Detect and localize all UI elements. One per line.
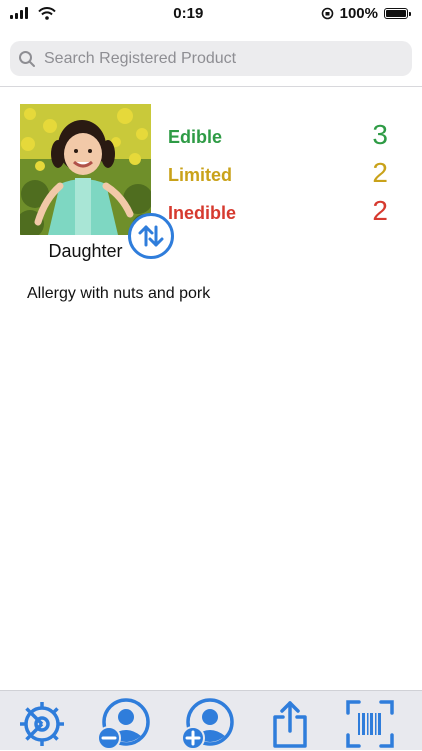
stat-count: 3 xyxy=(372,119,388,150)
share-button[interactable] xyxy=(262,697,318,751)
stat-count: 2 xyxy=(372,157,388,188)
orientation-lock-icon xyxy=(321,7,333,19)
stat-row-edible: Edible 3 xyxy=(168,118,388,150)
settings-gear-icon xyxy=(20,702,64,746)
scan-barcode-button[interactable] xyxy=(342,697,398,751)
battery-icon xyxy=(384,7,411,19)
stat-label: Edible xyxy=(168,127,223,147)
battery-percent: 100% xyxy=(339,4,378,22)
search-bar[interactable] xyxy=(10,41,412,76)
stat-label: Limited xyxy=(168,165,233,185)
remove-person-icon xyxy=(97,698,150,750)
add-person-icon xyxy=(181,698,234,750)
cellular-signal-icon xyxy=(10,7,28,19)
add-member-button[interactable] xyxy=(180,697,236,751)
profile-photo-image xyxy=(20,104,151,235)
header-divider xyxy=(0,86,422,87)
share-icon xyxy=(273,701,307,748)
bottom-toolbar xyxy=(0,690,422,750)
search-input[interactable] xyxy=(42,48,412,69)
stat-row-inedible: Inedible 2 xyxy=(168,194,388,226)
search-icon xyxy=(19,50,35,67)
status-time: 0:19 xyxy=(173,4,204,22)
allergy-note: Allergy with nuts and pork xyxy=(27,285,211,302)
profile-photo[interactable] xyxy=(20,104,151,235)
status-bar: 0:19 100% xyxy=(0,0,422,26)
stat-count: 2 xyxy=(372,195,388,226)
wifi-icon xyxy=(38,6,56,20)
barcode-scan-icon xyxy=(346,700,394,748)
member-name: Daughter xyxy=(48,241,123,261)
remove-member-button[interactable] xyxy=(96,697,152,751)
settings-button[interactable] xyxy=(14,697,70,751)
stat-label: Inedible xyxy=(168,203,237,223)
stat-row-limited: Limited 2 xyxy=(168,156,388,188)
